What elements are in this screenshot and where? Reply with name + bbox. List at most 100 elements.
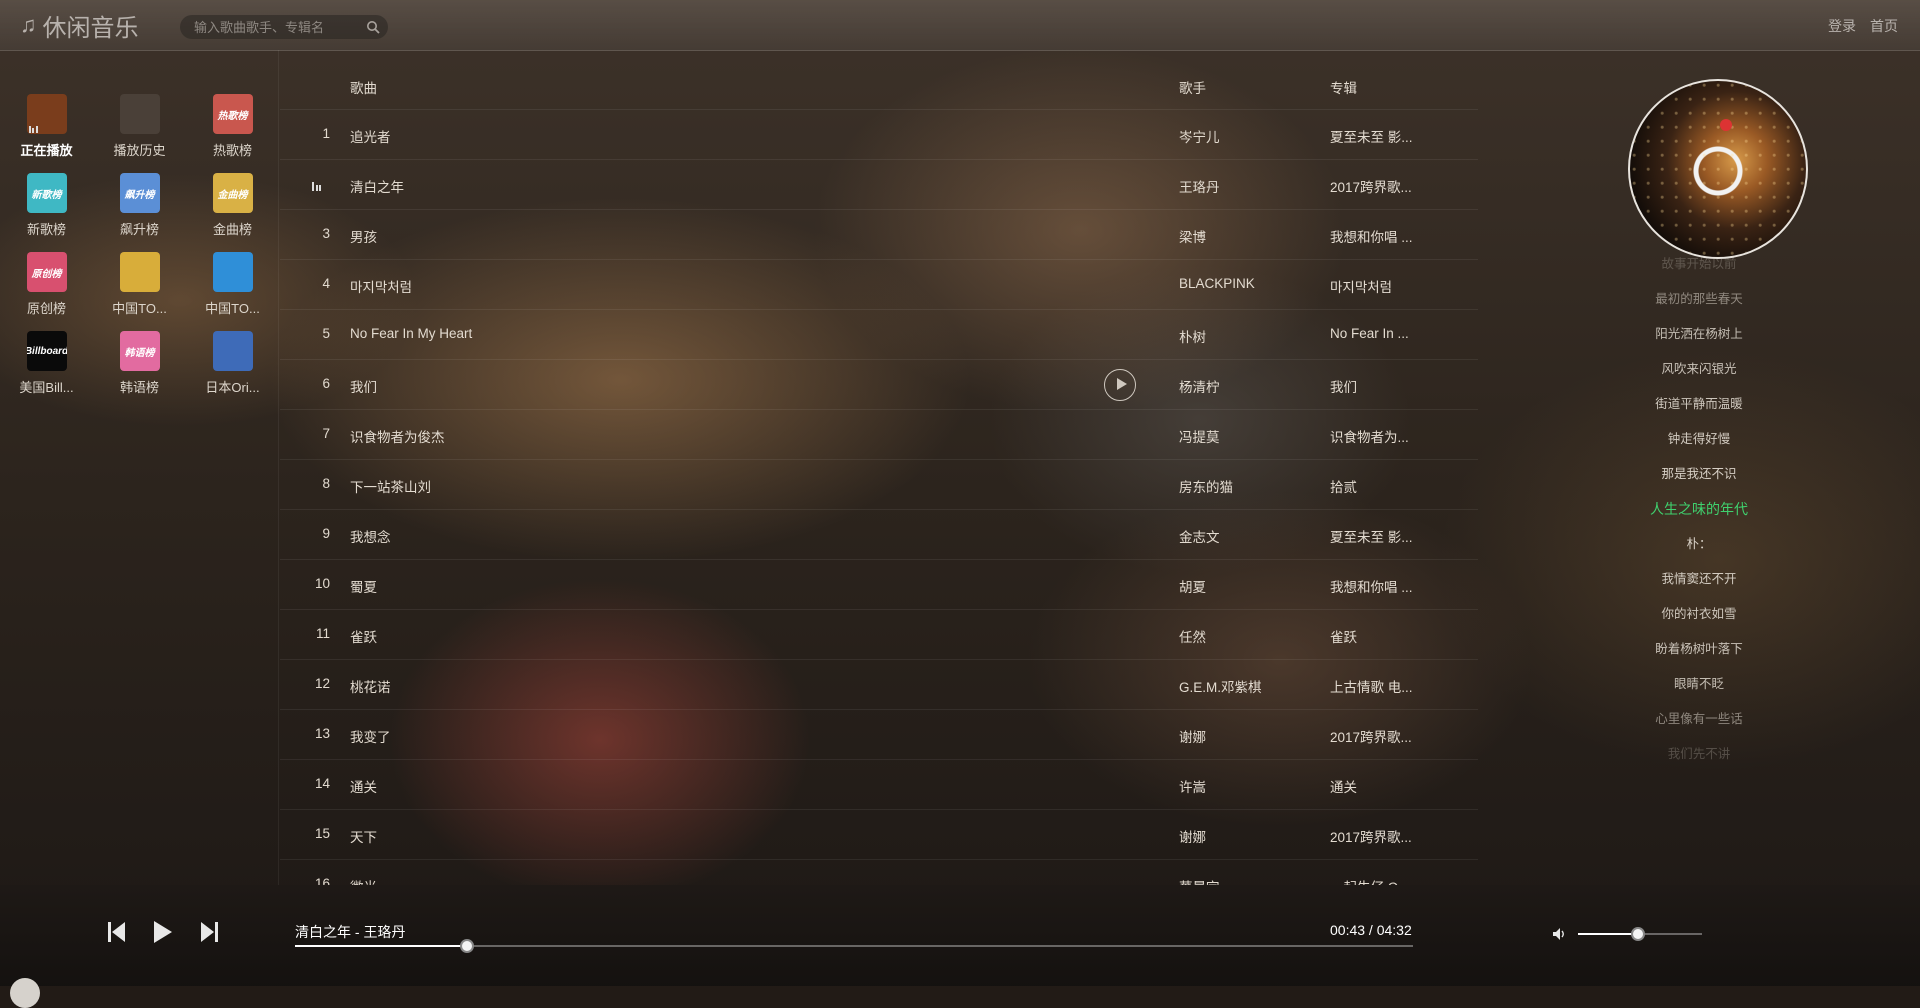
- volume-icon[interactable]: [1552, 927, 1566, 941]
- category-label: 飙升榜: [119, 222, 159, 237]
- song-artist: 金志文: [1179, 530, 1220, 545]
- category-9[interactable]: Billboard 美国Bill...: [0, 331, 93, 396]
- song-row[interactable]: 11 雀跃 任然 雀跃: [280, 610, 1478, 660]
- category-cover-text: 飙升榜: [124, 189, 155, 201]
- song-album: 识食物者为...: [1330, 430, 1409, 445]
- song-artist: 朴树: [1179, 330, 1206, 345]
- song-number: 10: [314, 576, 330, 591]
- lyric-line: 朴：: [1686, 537, 1712, 551]
- search-input[interactable]: [192, 18, 366, 36]
- category-10[interactable]: 韩语榜 韩语榜: [93, 331, 186, 396]
- song-row[interactable]: 6 我们 杨清柠 我们: [280, 360, 1478, 410]
- song-title[interactable]: 마지막처럼: [350, 276, 412, 296]
- song-title[interactable]: 蜀夏: [350, 576, 377, 596]
- song-row[interactable]: 14 通关 许嵩 通关: [280, 760, 1478, 810]
- skip-previous-icon[interactable]: [108, 920, 126, 944]
- category-3[interactable]: 新歌榜 新歌榜: [0, 173, 93, 238]
- progress-knob[interactable]: [460, 939, 475, 953]
- song-row[interactable]: 4 마지막처럼 BLACKPINK 마지막처럼: [280, 260, 1478, 310]
- category-5[interactable]: 金曲榜 金曲榜: [186, 173, 279, 238]
- skip-next-icon[interactable]: [200, 920, 218, 944]
- category-cover: [119, 94, 160, 134]
- song-number: 12: [314, 676, 330, 691]
- song-title[interactable]: 天下: [350, 826, 377, 846]
- song-title[interactable]: 我想念: [350, 526, 391, 546]
- song-number: 13: [314, 726, 330, 741]
- song-number: 11: [315, 626, 330, 641]
- top-bar: ♫ 休闲音乐 登录 首页: [0, 0, 1920, 51]
- lyrics-panel: 故事开始以前 最初的那些春天 阳光洒在杨树上 风吹来闪银光 街道平静而温暖 钟走得好慢 那是…: [1478, 247, 1920, 772]
- song-title[interactable]: 我们: [350, 376, 377, 396]
- search-icon[interactable]: [366, 20, 380, 34]
- song-row[interactable]: 10 蜀夏 胡夏 我想和你唱 ...: [280, 560, 1478, 610]
- header-song: 歌曲: [350, 81, 377, 96]
- song-row[interactable]: 9 我想念 金志文 夏至未至 影...: [280, 510, 1478, 560]
- song-number: 14: [314, 776, 330, 791]
- song-row[interactable]: 清白之年 王珞丹 2017跨界歌...: [280, 160, 1478, 210]
- category-8[interactable]: 中国TO...: [186, 252, 279, 317]
- song-row[interactable]: 1 追光者 岑宁儿 夏至未至 影...: [280, 110, 1478, 160]
- song-album: 2017跨界歌...: [1330, 830, 1412, 845]
- song-title[interactable]: 男孩: [350, 226, 377, 246]
- song-row[interactable]: 7 识食物者为俊杰 冯提莫 识食物者为...: [280, 410, 1478, 460]
- song-album: 마지막처럼: [1330, 280, 1393, 295]
- progress-fill: [295, 945, 468, 947]
- category-2[interactable]: 热歌榜 热歌榜: [186, 94, 279, 159]
- song-row[interactable]: 15 天下 谢娜 2017跨界歌...: [280, 810, 1478, 860]
- volume-slider[interactable]: [1578, 927, 1702, 941]
- song-artist: 谢娜: [1179, 830, 1206, 845]
- lyric-line: 我们先不讲: [1667, 747, 1731, 761]
- song-title[interactable]: 下一站茶山刘: [350, 476, 431, 496]
- song-title[interactable]: 微光: [350, 876, 377, 885]
- lyric-line: 最初的那些春天: [1655, 292, 1743, 306]
- song-row[interactable]: 8 下一站茶山刘 房东的猫 拾贰: [280, 460, 1478, 510]
- song-artist: 任然: [1179, 630, 1206, 645]
- volume-knob[interactable]: [1630, 927, 1645, 941]
- lyric-line: 风吹来闪银光: [1661, 362, 1737, 376]
- category-7[interactable]: 中国TO...: [93, 252, 186, 317]
- song-row[interactable]: 13 我变了 谢娜 2017跨界歌...: [280, 710, 1478, 760]
- song-row[interactable]: 16 微光 華晨宇 一起牛仔 OST...: [280, 860, 1478, 885]
- row-play-icon[interactable]: [1104, 369, 1136, 401]
- song-title[interactable]: 追光者: [350, 126, 391, 146]
- song-album: 2017跨界歌...: [1330, 180, 1412, 195]
- app-logo[interactable]: ♫ 休闲音乐: [20, 9, 139, 42]
- category-1[interactable]: 播放历史: [93, 94, 186, 159]
- song-artist: 房东的猫: [1179, 480, 1233, 495]
- song-title[interactable]: 清白之年: [350, 176, 404, 196]
- song-row[interactable]: 12 桃花诺 G.E.M.邓紫棋 上古情歌 电...: [280, 660, 1478, 710]
- song-album: 我想和你唱 ...: [1330, 230, 1413, 245]
- chart-category-grid: 正在播放 播放历史 热歌榜 热歌榜 新歌榜 新歌榜 飙升榜 飙升榜 金曲榜 金曲榜 原创榜 原创榜 中国…: [0, 94, 278, 396]
- song-title[interactable]: No Fear In My Heart: [350, 326, 472, 341]
- song-row[interactable]: 3 男孩 梁博 我想和你唱 ...: [280, 210, 1478, 260]
- category-label: 正在播放: [20, 143, 73, 158]
- category-6[interactable]: 原创榜 原创榜: [0, 252, 93, 317]
- song-number: 5: [322, 326, 330, 341]
- category-cover-text: 金曲榜: [217, 189, 248, 201]
- login-link[interactable]: 登录: [1828, 16, 1856, 36]
- song-artist: 王珞丹: [1179, 180, 1220, 195]
- category-0[interactable]: 正在播放: [0, 94, 93, 159]
- song-artist: 胡夏: [1179, 580, 1206, 595]
- category-4[interactable]: 飙升榜 飙升榜: [93, 173, 186, 238]
- song-title[interactable]: 识食物者为俊杰: [350, 426, 445, 446]
- song-title[interactable]: 桃花诺: [350, 676, 391, 696]
- song-row[interactable]: 5 No Fear In My Heart 朴树 No Fear In ...: [280, 310, 1478, 360]
- song-number: 15: [314, 826, 330, 841]
- song-title[interactable]: 雀跃: [350, 626, 377, 646]
- user-avatar[interactable]: [10, 978, 40, 1008]
- song-album: 我们: [1330, 380, 1357, 395]
- song-title[interactable]: 我变了: [350, 726, 391, 746]
- category-cover-text: Billboard: [26, 345, 67, 357]
- home-link[interactable]: 首页: [1870, 16, 1898, 36]
- progress-bar[interactable]: [295, 939, 1413, 953]
- category-label: 热歌榜: [212, 143, 252, 158]
- lyric-line: 街道平静而温暖: [1655, 397, 1743, 411]
- play-icon[interactable]: [153, 920, 173, 944]
- song-album: No Fear In ...: [1330, 326, 1409, 341]
- category-cover: 韩语榜: [119, 331, 160, 371]
- song-title[interactable]: 通关: [350, 776, 377, 796]
- app-title: 休闲音乐: [42, 14, 139, 42]
- song-number: 16: [314, 876, 330, 885]
- category-11[interactable]: 日本Ori...: [186, 331, 279, 396]
